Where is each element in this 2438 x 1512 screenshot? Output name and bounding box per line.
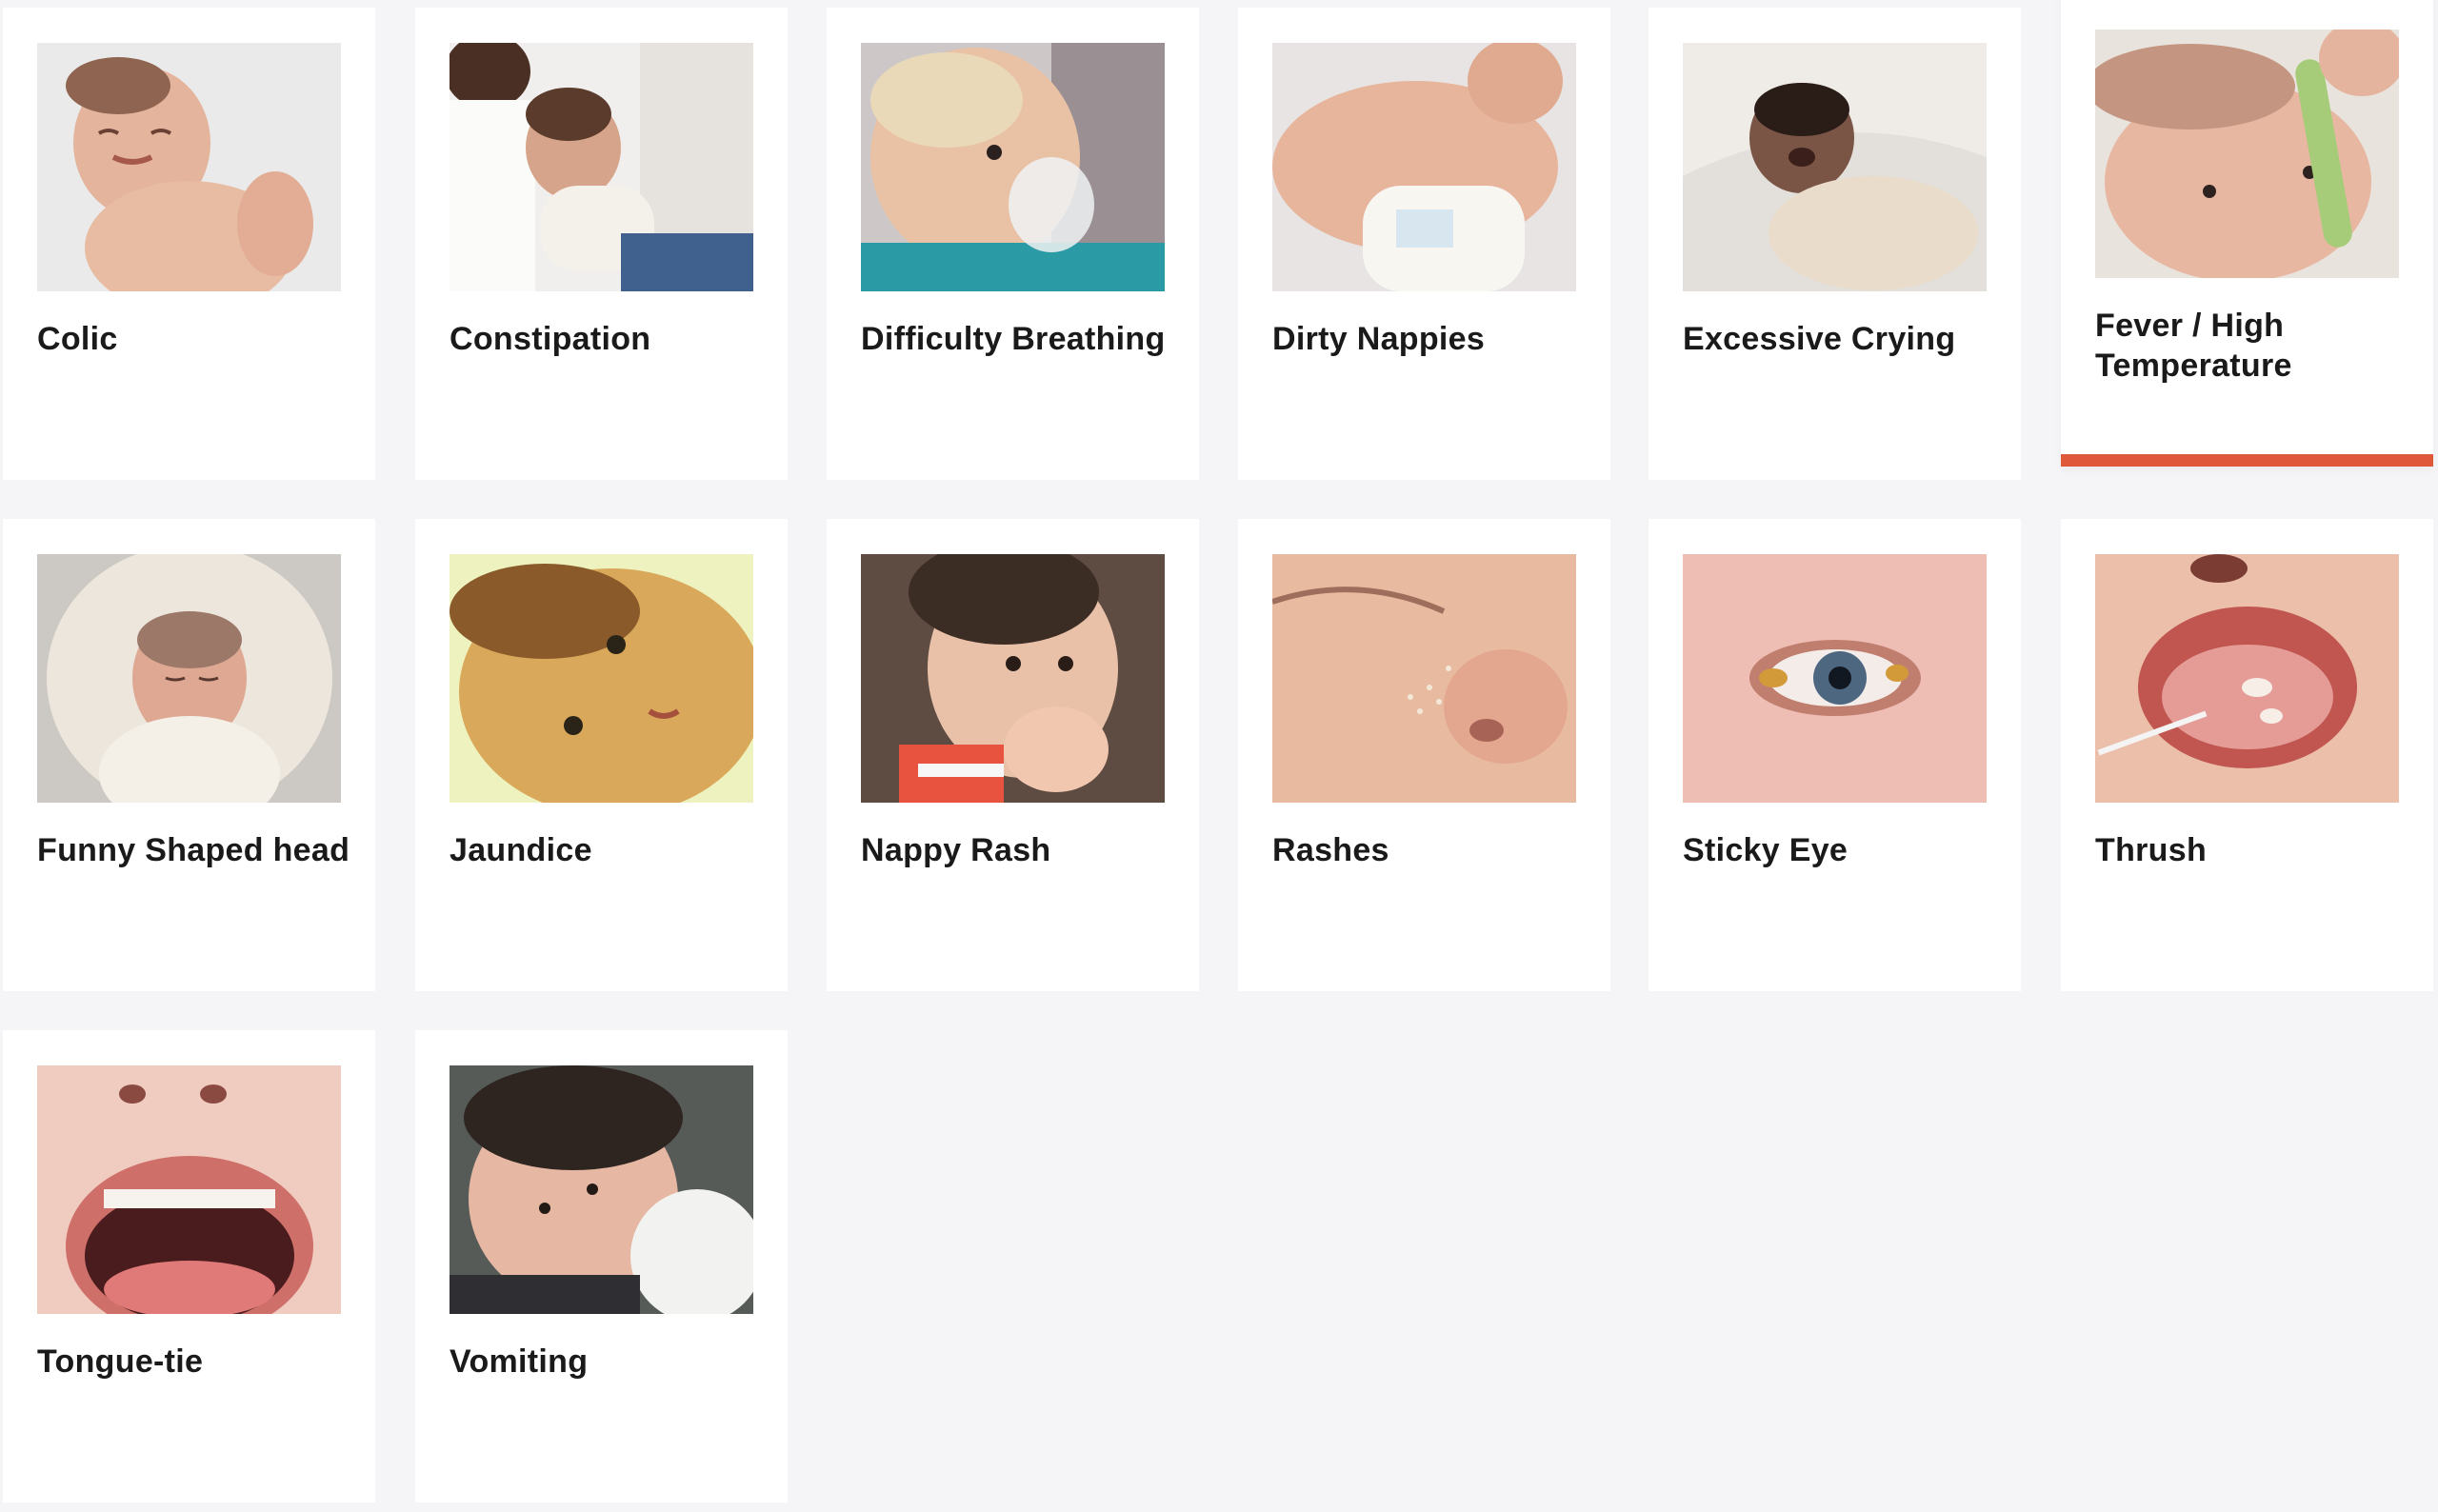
baby-tongue-thrush-image	[2095, 554, 2399, 803]
card-label: Constipation	[450, 321, 651, 357]
card-rashes[interactable]: Rashes	[1238, 519, 1610, 991]
crying-newborn-image	[37, 43, 341, 291]
baby-hand-in-mouth-image	[861, 554, 1165, 803]
card-constipation[interactable]: Constipation	[415, 8, 788, 480]
baby-nose-rash-image	[1272, 554, 1576, 803]
card-label: Excessive Crying	[1683, 321, 1956, 357]
card-label: Thrush	[2095, 832, 2208, 868]
baby-thermometer-image	[2095, 30, 2399, 278]
open-mouth-tongue-image	[37, 1065, 341, 1314]
card-label: Jaundice	[450, 832, 592, 868]
card-sticky-eye[interactable]: Sticky Eye	[1649, 519, 2021, 991]
jaundiced-baby-image	[450, 554, 753, 803]
card-dirty-nappies[interactable]: Dirty Nappies	[1238, 8, 1610, 480]
card-label: Nappy Rash	[861, 832, 1051, 868]
card-label: Rashes	[1272, 832, 1389, 868]
card-tongue-tie[interactable]: Tongue-tie	[3, 1030, 375, 1502]
mother-holding-baby-image	[450, 43, 753, 291]
swaddled-newborn-image	[37, 554, 341, 803]
card-label: Funny Shaped head	[37, 832, 350, 868]
card-label: Vomiting	[450, 1343, 589, 1380]
card-colic[interactable]: Colic	[3, 8, 375, 480]
card-fever-high-temperature[interactable]: Fever / High Temperature	[2061, 0, 2433, 467]
card-thrush[interactable]: Thrush	[2061, 519, 2433, 991]
conditions-grid: Colic Constipation Difficulty Breathing …	[0, 0, 2438, 1512]
baby-on-shoulder-image	[450, 1065, 753, 1314]
card-excessive-crying[interactable]: Excessive Crying	[1649, 8, 2021, 480]
card-label: Tongue-tie	[37, 1343, 204, 1380]
baby-nebuliser-mask-image	[861, 43, 1165, 291]
baby-in-nappy-image	[1272, 43, 1576, 291]
card-nappy-rash[interactable]: Nappy Rash	[827, 519, 1199, 991]
card-jaundice[interactable]: Jaundice	[415, 519, 788, 991]
card-difficulty-breathing[interactable]: Difficulty Breathing	[827, 8, 1199, 480]
baby-sticky-eye-image	[1683, 554, 1987, 803]
card-funny-shaped-head[interactable]: Funny Shaped head	[3, 519, 375, 991]
crying-baby-on-blanket-image	[1683, 43, 1987, 291]
card-label: Dirty Nappies	[1272, 321, 1486, 357]
card-label: Colic	[37, 321, 118, 357]
card-vomiting[interactable]: Vomiting	[415, 1030, 788, 1502]
card-label: Fever / High Temperature	[2095, 308, 2292, 384]
card-label: Difficulty Breathing	[861, 321, 1166, 357]
card-label: Sticky Eye	[1683, 832, 1848, 868]
